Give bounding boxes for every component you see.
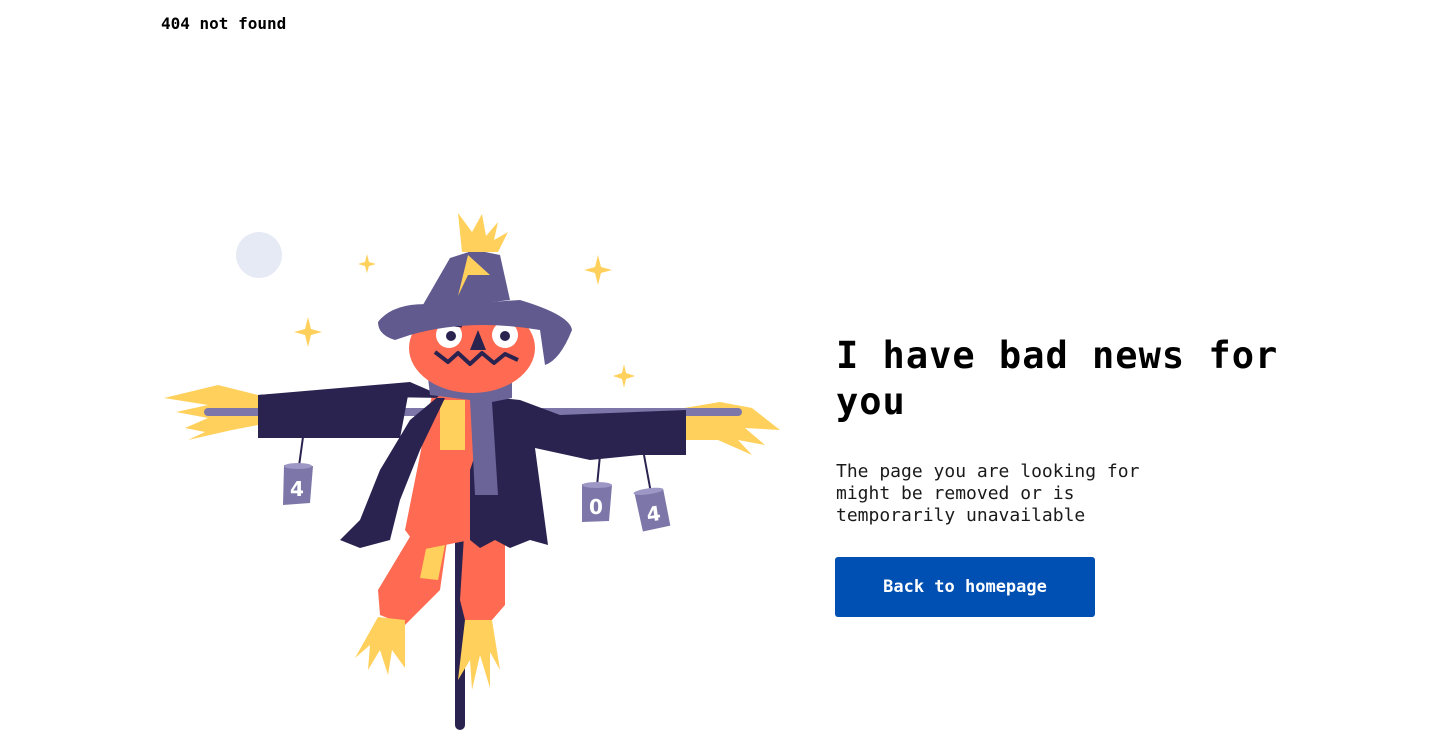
can-digit: 0 xyxy=(589,495,603,519)
hat-straw xyxy=(458,213,508,252)
scarecrow-illustration: 4 0 4 xyxy=(164,213,780,730)
coat-left-sleeve xyxy=(258,385,410,438)
error-content: I have bad news for you The page you are… xyxy=(835,333,1356,617)
sparkle-icon xyxy=(358,254,376,273)
can-3: 4 xyxy=(633,487,671,532)
moon-icon xyxy=(236,232,282,278)
can-1: 4 xyxy=(283,463,313,505)
can-digit: 4 xyxy=(290,477,304,501)
shirt-patch xyxy=(440,400,465,450)
sparkle-icon xyxy=(584,255,612,285)
page-status-label: 404 not found xyxy=(161,14,287,33)
page-title: I have bad news for you xyxy=(836,334,1279,423)
sparkle-icon xyxy=(294,317,322,347)
can-2: 0 xyxy=(582,482,612,522)
sparkle-icon xyxy=(613,364,635,388)
page: 404 not found 4 0 4 I have bad news for … xyxy=(0,0,1446,753)
error-description: The page you are looking for might be re… xyxy=(836,461,1140,526)
pole xyxy=(455,510,465,730)
back-to-homepage-button[interactable]: Back to homepage xyxy=(835,557,1095,617)
